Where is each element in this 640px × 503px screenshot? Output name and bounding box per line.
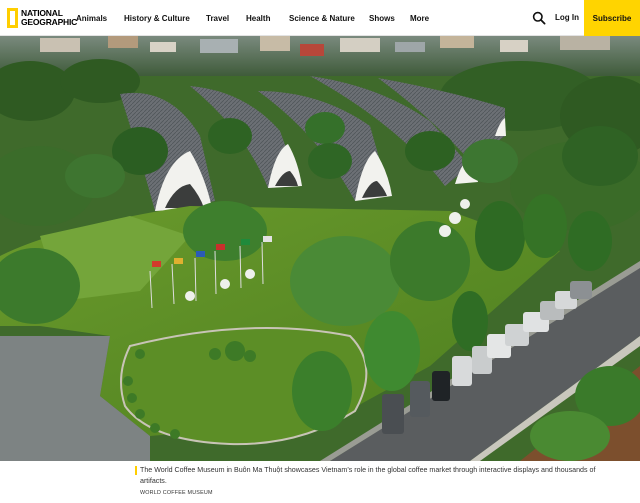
nav-item-more[interactable]: More <box>410 14 429 23</box>
nav-item-science-nature[interactable]: Science & Nature <box>289 14 355 23</box>
photo-credit: WORLD COFFEE MUSEUM <box>140 490 213 496</box>
nav-item-animals[interactable]: Animals <box>76 14 107 23</box>
logo-line-2: GEOGRAPHIC <box>21 17 78 27</box>
nav-item-shows[interactable]: Shows <box>369 14 395 23</box>
site-header: NATIONAL GEOGRAPHIC Animals History & Cu… <box>0 0 640 36</box>
national-geographic-logo[interactable]: NATIONAL GEOGRAPHIC <box>7 7 77 29</box>
search-icon[interactable] <box>532 11 546 25</box>
caption-accent-bar <box>135 466 137 475</box>
nav-item-history-culture[interactable]: History & Culture <box>124 14 190 23</box>
subscribe-button[interactable]: Subscribe <box>584 0 640 36</box>
nav-item-health[interactable]: Health <box>246 14 270 23</box>
aerial-photo <box>0 36 640 461</box>
login-link[interactable]: Log In <box>555 0 579 36</box>
yellow-frame-icon <box>7 8 18 28</box>
nav-item-travel[interactable]: Travel <box>206 14 229 23</box>
photo-caption: The World Coffee Museum in Buôn Ma Thuột… <box>135 465 605 496</box>
hero-image <box>0 36 640 461</box>
caption-text: The World Coffee Museum in Buôn Ma Thuột… <box>140 466 596 485</box>
